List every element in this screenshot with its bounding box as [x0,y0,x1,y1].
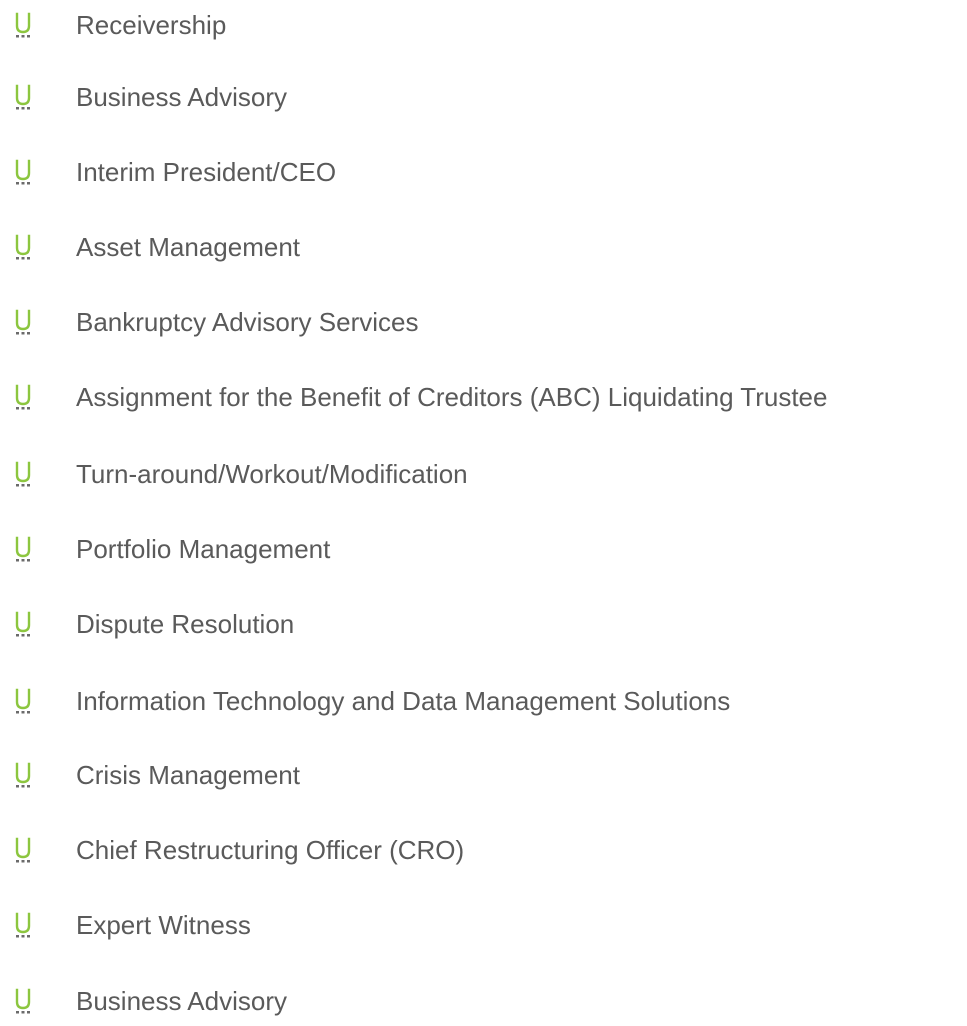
service-label: Crisis Management [76,760,300,790]
list-item: Turn-around/Workout/Modification [0,449,967,499]
u-bullet-icon [12,837,34,863]
list-item: Portfolio Management [0,524,967,574]
u-bullet-icon [12,234,34,260]
service-label: Business Advisory [76,82,287,112]
service-label: Asset Management [76,232,301,262]
service-label: Bankruptcy Advisory Services [76,307,419,337]
list-item: Bankruptcy Advisory Services [0,297,967,347]
list-item: Chief Restructuring Officer (CRO) [0,825,967,875]
u-bullet-icon [12,384,34,410]
list-item: Business Advisory [0,976,967,1026]
service-label: Turn-around/Workout/Modification [76,459,468,489]
service-label: Receivership [76,10,227,40]
u-bullet-icon [12,309,34,335]
list-item: Expert Witness [0,900,967,950]
service-label: Information Technology and Data Manageme… [76,686,731,716]
u-bullet-icon [12,12,34,38]
service-label: Dispute Resolution [76,609,295,639]
u-bullet-icon [12,159,34,185]
service-label: Business Advisory [76,986,287,1016]
u-bullet-icon [12,84,34,110]
u-bullet-icon [12,461,34,487]
list-item: Crisis Management [0,750,967,800]
list-item: Asset Management [0,222,967,272]
u-bullet-icon [12,762,34,788]
u-bullet-icon [12,688,34,714]
list-item: Assignment for the Benefit of Creditors … [0,372,967,422]
service-label: Portfolio Management [76,534,331,564]
service-label: Interim President/CEO [76,157,337,187]
list-item: Business Advisory [0,72,967,122]
u-bullet-icon [12,988,34,1014]
u-bullet-icon [12,611,34,637]
list-item: Receivership [0,0,967,50]
list-item: Information Technology and Data Manageme… [0,676,967,726]
service-label: Expert Witness [76,910,251,940]
u-bullet-icon [12,912,34,938]
service-label: Assignment for the Benefit of Creditors … [76,382,828,412]
service-label: Chief Restructuring Officer (CRO) [76,835,465,865]
list-item: Interim President/CEO [0,147,967,197]
u-bullet-icon [12,536,34,562]
list-item: Dispute Resolution [0,599,967,649]
